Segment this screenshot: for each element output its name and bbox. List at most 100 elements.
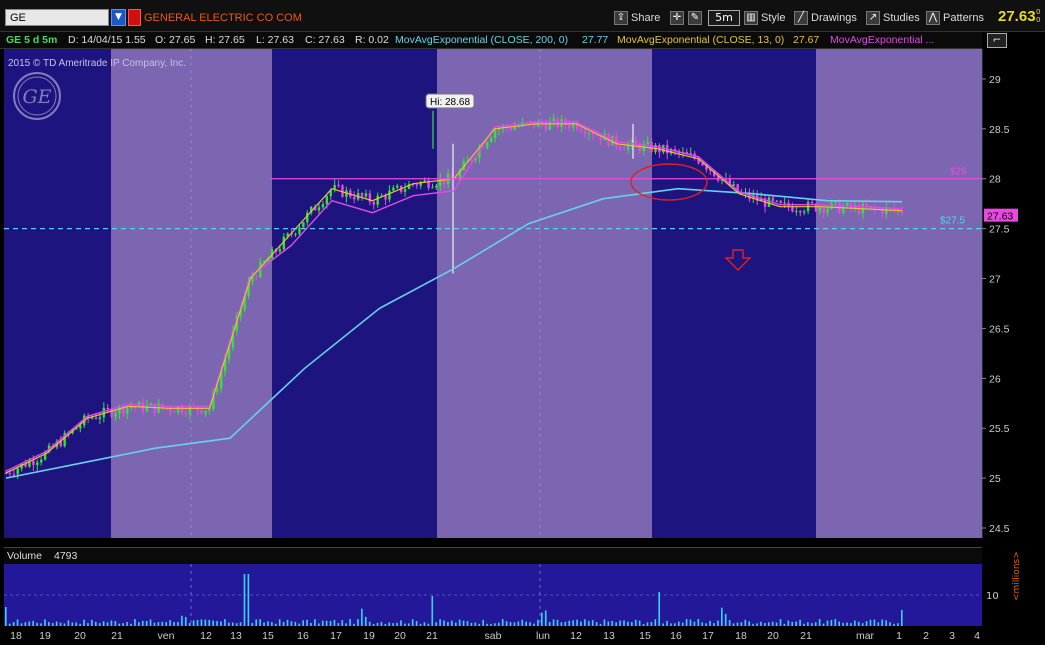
time-tick-label: 20 bbox=[74, 630, 86, 642]
candle-body bbox=[595, 135, 599, 137]
time-tick-label: 18 bbox=[735, 630, 747, 642]
volume-bar bbox=[544, 610, 547, 626]
candle-body bbox=[822, 207, 825, 213]
time-tick-label: 21 bbox=[111, 630, 123, 642]
patterns-icon: ⋀ bbox=[926, 11, 940, 25]
candle-body bbox=[114, 413, 117, 417]
volume-bar bbox=[541, 612, 543, 626]
high-label: Hi: 28.68 bbox=[425, 93, 475, 109]
alert-flag-icon[interactable] bbox=[128, 9, 141, 26]
candle-body bbox=[294, 233, 297, 235]
candle-body bbox=[302, 222, 305, 228]
volume-bar bbox=[259, 619, 261, 626]
volume-chart[interactable] bbox=[4, 564, 982, 626]
time-tick-label: 3 bbox=[949, 630, 955, 642]
last-price: 27.63 bbox=[998, 8, 1036, 25]
crosshair-button[interactable]: ✛ bbox=[670, 9, 684, 27]
candle-body bbox=[176, 406, 180, 413]
volume-label[interactable]: Volume bbox=[7, 550, 42, 562]
candle-body bbox=[552, 118, 555, 122]
time-tick-label: 12 bbox=[570, 630, 582, 642]
time-tick-label: 17 bbox=[702, 630, 714, 642]
volume-bar bbox=[5, 606, 7, 626]
interval-button[interactable]: 5m bbox=[708, 10, 740, 26]
candle-body bbox=[513, 126, 516, 130]
candle-body bbox=[98, 417, 102, 419]
candle-body bbox=[568, 124, 571, 128]
candle-body bbox=[826, 208, 829, 213]
candle-body bbox=[184, 412, 188, 415]
candle-body bbox=[791, 207, 794, 212]
candle-body bbox=[12, 474, 16, 476]
copyright-text: 2015 © TD Ameritrade IP Company, Inc. bbox=[8, 58, 186, 69]
bar-high: H: 27.65 bbox=[205, 34, 245, 46]
candle-body bbox=[403, 188, 407, 192]
candle-body bbox=[591, 133, 595, 136]
candle-body bbox=[32, 460, 35, 466]
time-tick-label: 17 bbox=[330, 630, 342, 642]
session-band bbox=[272, 49, 437, 538]
candle-body bbox=[353, 196, 356, 200]
volume-bar bbox=[779, 619, 782, 626]
volume-bar bbox=[247, 574, 250, 626]
studies-button[interactable]: ↗ Studies bbox=[866, 9, 920, 27]
symbol-input[interactable]: GE bbox=[5, 9, 109, 26]
drawings-button[interactable]: ╱ Drawings bbox=[794, 9, 857, 27]
price-change-top: 0 bbox=[1036, 8, 1041, 16]
volume-bar bbox=[224, 619, 226, 626]
volume-axis: 10 <millions> bbox=[982, 547, 1045, 626]
time-tick-label: 16 bbox=[670, 630, 682, 642]
volume-bar bbox=[278, 619, 281, 626]
candle-body bbox=[779, 200, 782, 204]
ema13-label[interactable]: MovAvgExponential (CLOSE, 13, 0) bbox=[617, 34, 784, 46]
volume-bar bbox=[134, 619, 136, 626]
price-tick-label: 27.5 bbox=[989, 224, 1010, 236]
bar-open: O: 27.65 bbox=[155, 34, 196, 46]
time-tick-label: 19 bbox=[363, 630, 375, 642]
volume-bar bbox=[314, 619, 316, 626]
candle-body bbox=[40, 459, 43, 463]
price-chart[interactable]: $28 $27.5 Hi: 28.68 2015 © TD Ameritrade… bbox=[4, 49, 982, 538]
price-tick-label: 26 bbox=[989, 373, 1001, 385]
price-tick-label: 28.5 bbox=[989, 124, 1010, 136]
candle-body bbox=[337, 184, 340, 186]
current-price-badge: 27.63 bbox=[984, 208, 1018, 223]
candle-body bbox=[204, 410, 207, 414]
candle-body bbox=[509, 127, 512, 130]
candle-body bbox=[317, 207, 321, 211]
time-tick-label: 2 bbox=[923, 630, 929, 642]
candle-body bbox=[126, 407, 129, 414]
share-button[interactable]: ⇪ Share bbox=[614, 9, 660, 27]
candle-body bbox=[646, 141, 649, 144]
volume-bar bbox=[901, 609, 903, 626]
ema200-value: 27.77 bbox=[582, 34, 609, 46]
patterns-button[interactable]: ⋀ Patterns bbox=[926, 9, 984, 27]
volume-bar bbox=[721, 607, 723, 626]
patterns-label: Patterns bbox=[943, 12, 984, 24]
candle-body bbox=[587, 133, 591, 135]
line-27-5-label: $27.5 bbox=[940, 216, 965, 227]
symbol-dropdown-icon[interactable]: ▼ bbox=[111, 9, 126, 26]
candle-body bbox=[489, 137, 493, 143]
time-tick-label: 16 bbox=[297, 630, 309, 642]
tools-button[interactable]: ✎ bbox=[688, 9, 702, 27]
style-button[interactable]: ▥ Style bbox=[744, 9, 785, 27]
ema200-label[interactable]: MovAvgExponential (CLOSE, 200, 0) bbox=[395, 34, 568, 46]
company-name: GENERAL ELECTRIC CO COM bbox=[144, 12, 302, 24]
volume-bar bbox=[184, 617, 187, 626]
candle-body bbox=[173, 411, 176, 413]
time-axis[interactable]: 18 19 20 21 ven 12 13 15 16 17 19 20 21 sab lun 12 13 15 1… bbox=[0, 626, 1045, 645]
price-axis[interactable]: 29 28.5 28 27.5 27 26.5 26 25.5 25 24.5 27.63 bbox=[982, 49, 1045, 538]
candle-body bbox=[16, 468, 19, 475]
volume-axis-unit: <millions> bbox=[1012, 551, 1022, 601]
candle-body bbox=[321, 204, 325, 208]
chart-title[interactable]: GE 5 d 5m bbox=[6, 34, 57, 46]
ema3-label[interactable]: MovAvgExponential ... bbox=[830, 34, 934, 46]
chart-settings-icon[interactable]: ⌐ bbox=[987, 33, 1007, 48]
price-ticks: 29 28.5 28 27.5 27 26.5 26 25.5 25 24.5 bbox=[982, 74, 1010, 535]
price-tick-label: 24.5 bbox=[989, 523, 1010, 535]
time-tick-label: 4 bbox=[974, 630, 980, 642]
drawings-label: Drawings bbox=[811, 12, 857, 24]
volume-bar bbox=[431, 596, 434, 626]
time-tick-label: 15 bbox=[639, 630, 651, 642]
